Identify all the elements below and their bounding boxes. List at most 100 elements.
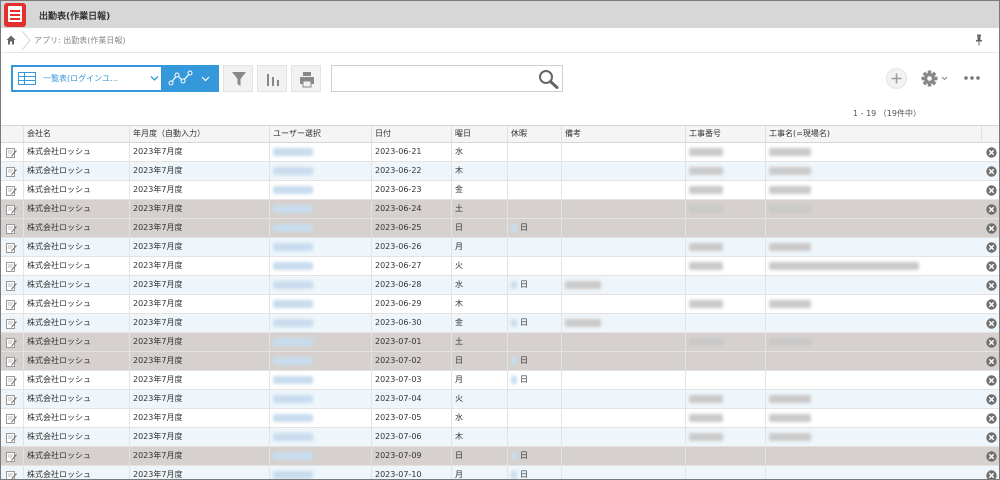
edit-record-icon[interactable] <box>6 242 17 253</box>
column-header[interactable]: ユーザー選択 <box>269 126 371 143</box>
cell-weekday: 火 <box>451 257 507 275</box>
delete-record-icon[interactable] <box>986 375 997 386</box>
cell-company: 株式会社ロッシュ <box>23 181 129 199</box>
search-input[interactable] <box>336 70 531 87</box>
edit-record-icon[interactable] <box>6 432 17 443</box>
edit-record-icon[interactable] <box>6 413 17 424</box>
edit-record-icon[interactable] <box>6 394 17 405</box>
delete-record-icon[interactable] <box>986 394 997 405</box>
filter-button[interactable] <box>223 65 253 92</box>
delete-record-icon[interactable] <box>986 470 997 480</box>
home-icon[interactable] <box>6 35 16 45</box>
table-row[interactable]: 株式会社ロッシュ 2023年7月度 2023-06-24 土 <box>1 200 999 219</box>
gear-icon <box>921 70 948 87</box>
edit-record-icon[interactable] <box>6 166 17 177</box>
delete-record-icon[interactable] <box>986 185 997 196</box>
delete-record-icon[interactable] <box>986 432 997 443</box>
redacted-text <box>273 413 313 422</box>
edit-record-icon[interactable] <box>6 223 17 234</box>
edit-record-icon[interactable] <box>6 470 17 480</box>
column-header[interactable]: 日付 <box>371 126 451 143</box>
redacted-text <box>273 356 313 365</box>
table-row[interactable]: 株式会社ロッシュ 2023年7月度 2023-07-06 木 <box>1 428 999 447</box>
cell-period: 2023年7月度 <box>129 428 269 446</box>
cell-note-redacted <box>561 181 685 199</box>
settings-button[interactable] <box>919 68 951 89</box>
delete-record-icon[interactable] <box>986 280 997 291</box>
delete-record-icon[interactable] <box>986 166 997 177</box>
leave-value: 日 <box>520 223 528 232</box>
table-row[interactable]: 株式会社ロッシュ 2023年7月度 2023-06-22 木 <box>1 162 999 181</box>
table-row[interactable]: 株式会社ロッシュ 2023年7月度 2023-07-10 月 日 <box>1 466 999 480</box>
column-header[interactable]: 備考 <box>561 126 685 143</box>
table-row[interactable]: 株式会社ロッシュ 2023年7月度 2023-07-01 土 <box>1 333 999 352</box>
cell-site-redacted <box>765 447 981 465</box>
edit-record-icon[interactable] <box>6 375 17 386</box>
column-header[interactable]: 工事番号 <box>685 126 765 143</box>
cell-leave <box>507 200 561 218</box>
edit-record-icon[interactable] <box>6 261 17 272</box>
delete-record-icon[interactable] <box>986 356 997 367</box>
delete-record-icon[interactable] <box>986 223 997 234</box>
cell-note-redacted <box>561 428 685 446</box>
edit-record-icon[interactable] <box>6 299 17 310</box>
cell-note-redacted <box>561 447 685 465</box>
breadcrumb-app-link[interactable]: アプリ: 出勤表(作業日報) <box>34 35 125 46</box>
cell-leave: 日 <box>507 352 561 370</box>
cell-weekday: 月 <box>451 238 507 256</box>
delete-record-icon[interactable] <box>986 337 997 348</box>
chart-button[interactable] <box>257 65 287 92</box>
table-row[interactable]: 株式会社ロッシュ 2023年7月度 2023-06-23 金 <box>1 181 999 200</box>
edit-record-icon[interactable] <box>6 185 17 196</box>
column-header[interactable]: 会社名 <box>23 126 129 143</box>
table-row[interactable]: 株式会社ロッシュ 2023年7月度 2023-07-05 水 <box>1 409 999 428</box>
table-row[interactable]: 株式会社ロッシュ 2023年7月度 2023-06-25 日日 <box>1 219 999 238</box>
edit-record-icon[interactable] <box>6 451 17 462</box>
graph-view-button[interactable] <box>163 65 219 92</box>
cell-company: 株式会社ロッシュ <box>23 162 129 180</box>
breadcrumb: アプリ: 出勤表(作業日報) <box>1 28 999 53</box>
redacted-text <box>273 299 313 308</box>
delete-record-icon[interactable] <box>986 261 997 272</box>
cell-note-redacted <box>561 257 685 275</box>
table-row[interactable]: 株式会社ロッシュ 2023年7月度 2023-07-02 日日 <box>1 352 999 371</box>
column-header[interactable]: 年月度（自動入力） <box>129 126 269 143</box>
table-row[interactable]: 株式会社ロッシュ 2023年7月度 2023-06-29 木 <box>1 295 999 314</box>
edit-record-icon[interactable] <box>6 356 17 367</box>
delete-record-icon[interactable] <box>986 318 997 329</box>
more-options-button[interactable] <box>963 73 981 83</box>
delete-record-icon[interactable] <box>986 147 997 158</box>
column-header[interactable]: 休暇 <box>507 126 561 143</box>
table-row[interactable]: 株式会社ロッシュ 2023年7月度 2023-06-26 月 <box>1 238 999 257</box>
table-row[interactable]: 株式会社ロッシュ 2023年7月度 2023-07-04 火 <box>1 390 999 409</box>
delete-record-icon[interactable] <box>986 299 997 310</box>
table-row[interactable]: 株式会社ロッシュ 2023年7月度 2023-07-09 日日 <box>1 447 999 466</box>
table-row[interactable]: 株式会社ロッシュ 2023年7月度 2023-06-28 水 日 <box>1 276 999 295</box>
edit-record-icon[interactable] <box>6 204 17 215</box>
delete-record-icon[interactable] <box>986 451 997 462</box>
app-icon[interactable] <box>4 3 26 27</box>
cell-period: 2023年7月度 <box>129 352 269 370</box>
delete-record-icon[interactable] <box>986 242 997 253</box>
add-record-button[interactable] <box>886 68 907 89</box>
cell-period: 2023年7月度 <box>129 200 269 218</box>
cell-user-redacted <box>269 238 371 256</box>
edit-record-icon[interactable] <box>6 280 17 291</box>
table-row[interactable]: 株式会社ロッシュ 2023年7月度 2023-06-27 火 <box>1 257 999 276</box>
delete-record-icon[interactable] <box>986 413 997 424</box>
edit-record-icon[interactable] <box>6 147 17 158</box>
edit-record-icon[interactable] <box>6 337 17 348</box>
column-header[interactable]: 曜日 <box>451 126 507 143</box>
pin-icon[interactable] <box>974 34 984 46</box>
delete-record-icon[interactable] <box>986 204 997 215</box>
cell-leave <box>507 143 561 161</box>
print-button[interactable] <box>291 65 321 92</box>
column-header[interactable]: 工事名(=現場名) <box>765 126 981 143</box>
table-row[interactable]: 株式会社ロッシュ 2023年7月度 2023-06-30 金 日 <box>1 314 999 333</box>
cell-period: 2023年7月度 <box>129 181 269 199</box>
view-selector[interactable]: 一覧表(ログインユ… <box>11 65 163 92</box>
table-row[interactable]: 株式会社ロッシュ 2023年7月度 2023-06-21 水 <box>1 143 999 162</box>
edit-record-icon[interactable] <box>6 318 17 329</box>
search-icon[interactable] <box>538 69 560 89</box>
table-row[interactable]: 株式会社ロッシュ 2023年7月度 2023-07-03 月 日 <box>1 371 999 390</box>
